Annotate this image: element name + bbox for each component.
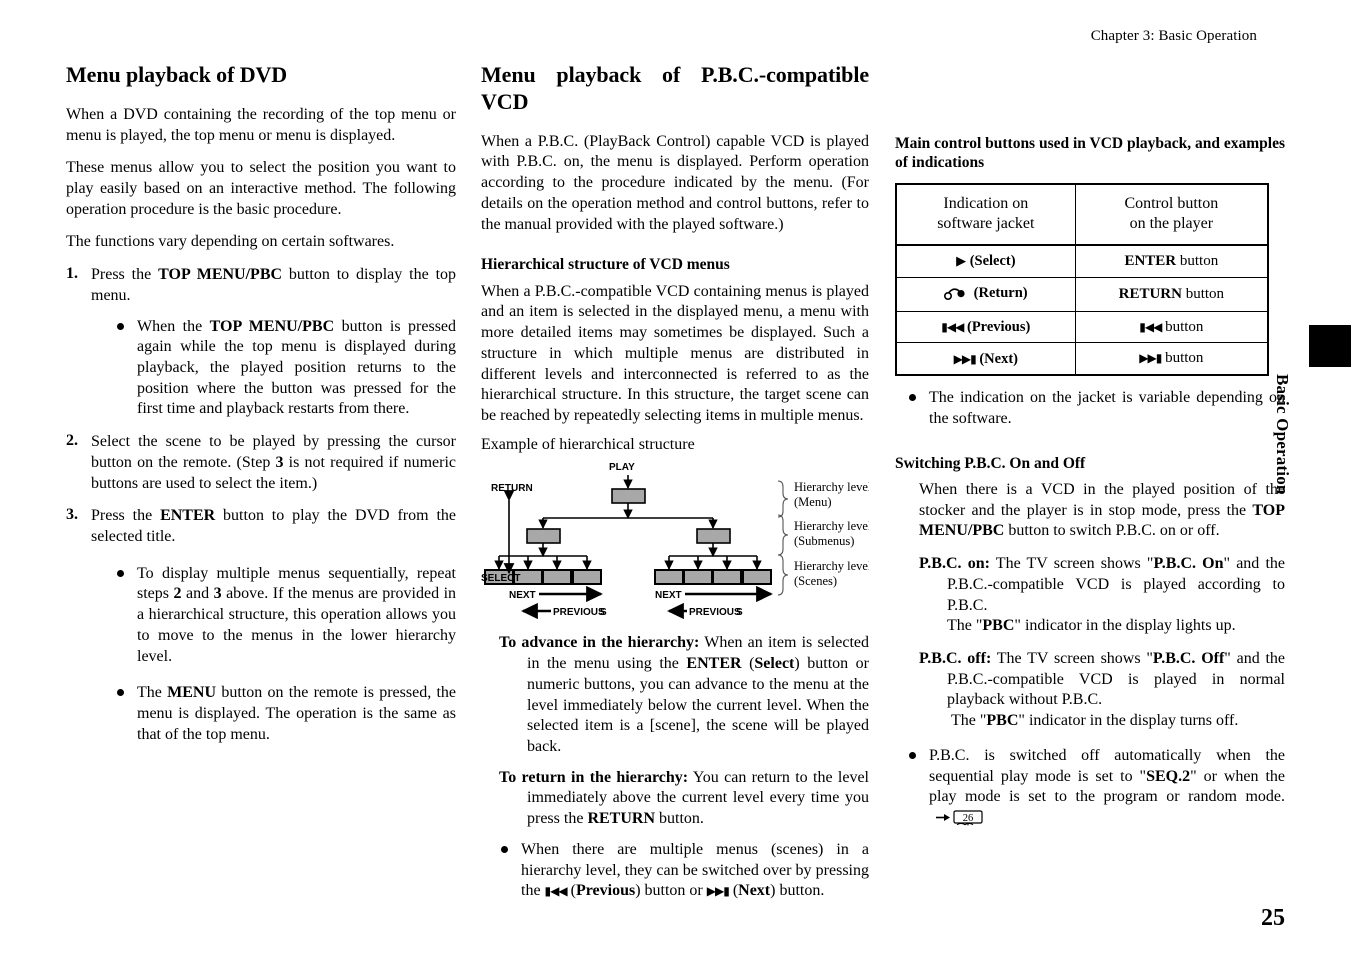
control-buttons-table: Indication on software jacket Control bu… [895,182,1269,377]
play-triangle-icon: ▶ [956,254,967,269]
page-title-vcd: Menu playback of P.B.C.-compatible VCD [481,62,869,114]
subheading-hierarchical-structure: Hierarchical structure of VCD menus [481,256,730,274]
diagram-node-level3 [654,569,684,586]
diagram-node-level3 [572,569,602,586]
thumb-tab-label: Basic Operation [1273,374,1292,495]
bullet-text: When there are multiple menus (scenes) i… [521,840,869,900]
bullet-dot-icon [117,689,124,697]
diagram-node-level3 [683,569,713,586]
diagram-level-3-title: Hierarchy level 3 [794,559,869,573]
paragraph-dvd-3: The functions vary depending on certain … [66,233,395,251]
previous-icon: ▮◀◀ [544,884,568,899]
diagram-node-level3 [542,569,572,586]
svg-text:PREVIOUS: PREVIOUS [553,607,605,618]
step-2: 2. Select the scene to be played by pres… [66,432,456,494]
table-row: ▶ (Select) ENTER button [895,244,1269,278]
step-number: 2. [66,432,78,450]
hierarchy-diagram: PLAY RETURN SELECT NEXT NEXT PREVIOUS PR… [481,459,869,620]
paragraph-hierarchy-body: When a P.B.C.-compatible VCD containing … [481,282,869,424]
diagram-label-next-right: NEXT [655,590,682,601]
table-header-control-button: Control button on the player [1074,183,1269,246]
paragraph-advance-hierarchy: To advance in the hierarchy: When an ite… [499,634,869,755]
diagram-node-level3 [712,569,742,586]
subheading-switching-pbc: Switching P.B.C. On and Off [895,454,1086,472]
table-header-row: Indication on software jacket Control bu… [895,183,1269,246]
diagram-level-1-title: Hierarchy level 1 [794,480,869,494]
table-row: ▮◀◀ (Previous) ▮◀◀ button [895,310,1269,344]
bullet-dot-icon [909,751,916,759]
step-text: Select the scene to be played by pressin… [91,433,456,492]
table-row: (Return) RETURN button [895,276,1269,312]
diagram-level-2-sub: (Submenus) [794,534,854,548]
bullet-text: The MENU button on the remote is pressed… [137,684,457,743]
diagram-label-play: PLAY [609,462,635,473]
paragraph-dvd-1: When a DVD containing the recording of t… [66,105,456,144]
bullet-text: When the TOP MENU/PBC button is pressed … [137,317,457,418]
step-3-bullet-1: To display multiple menus sequentially, … [115,564,456,668]
table-header-indication: Indication on software jacket [895,183,1076,246]
running-head: Chapter 3: Basic Operation [1090,28,1257,44]
step-number: 3. [66,506,78,524]
column-two: Menu playback of P.B.C.-compatible VCD W… [481,62,869,912]
page-reference-icon[interactable]: 26 [935,809,985,833]
bullet-dot-icon [909,394,916,402]
svg-text:PREVIOUS: PREVIOUS [689,607,741,618]
bullet-multiple-menus: When there are multiple menus (scenes) i… [499,840,869,902]
diagram-label-next-left: NEXT [509,590,536,601]
step-text: Press the TOP MENU/PBC button to display… [91,266,457,304]
paragraph-switching-intro: When there is a VCD in the played positi… [919,480,1285,540]
manual-page: Chapter 3: Basic Operation Menu playback… [0,0,1351,954]
diagram-level-3-sub: (Scenes) [794,574,837,588]
step-3: 3. Press the ENTER button to play the DV… [66,506,456,745]
paragraph-dvd-2: These menus allow you to select the posi… [66,159,456,218]
step-1: 1. Press the TOP MENU/PBC button to disp… [66,265,456,420]
thumb-tab-marker [1309,325,1351,367]
next-icon: ▶▶▮ [1139,351,1162,366]
next-icon: ▶▶▮ [953,351,977,366]
return-loop-icon [944,287,966,305]
paragraph-return-hierarchy: To return in the hierarchy: You can retu… [499,768,869,828]
diagram-level-1-sub: (Menu) [794,495,832,509]
page-title-dvd: Menu playback of DVD [66,62,288,87]
subheading-main-control-buttons: Main control buttons used in VCD playbac… [895,135,1286,172]
bullet-dot-icon [501,845,508,853]
caption-example: Example of hierarchical structure [481,435,695,453]
column-three: Main control buttons used in VCD playbac… [895,62,1285,843]
step-1-bullet-1: When the TOP MENU/PBC button is pressed … [115,317,456,421]
diagram-node-level2-a [526,528,561,545]
diagram-node-level3 [742,569,772,586]
paragraph-vcd-intro: When a P.B.C. (PlayBack Control) capable… [481,132,869,233]
previous-icon: ▮◀◀ [941,319,964,334]
diagram-label-return: RETURN [491,483,533,494]
step-3-bullet-2: The MENU button on the remote is pressed… [115,683,456,745]
column-one: Menu playback of DVD When a DVD containi… [66,62,456,758]
bullet-text: P.B.C. is switched off automatically whe… [929,746,1285,833]
svg-text:26: 26 [963,813,974,824]
step-text: Press the ENTER button to play the DVD f… [91,507,456,546]
previous-icon: ▮◀◀ [1139,319,1162,334]
paragraph-pbc-off: P.B.C. off: The TV screen shows "P.B.C. … [919,649,1286,730]
page-number: 25 [1261,905,1285,931]
table-row: ▶▶▮ (Next) ▶▶▮ button [895,342,1269,376]
bullet-text: The indication on the jacket is variable… [929,389,1285,427]
diagram-level-2-title: Hierarchy level 2 [794,519,869,533]
bullet-auto-off: P.B.C. is switched off automatically whe… [907,746,1285,833]
paragraph-pbc-on: P.B.C. on: The TV screen shows "P.B.C. O… [919,555,1286,635]
bullet-dot-icon [117,569,124,577]
step-number: 1. [66,265,78,283]
diagram-label-select: SELECT [481,573,520,584]
bullet-dot-icon [117,322,124,330]
next-icon: ▶▶▮ [706,884,730,899]
bullet-jacket-note: The indication on the jacket is variable… [907,388,1285,429]
diagram-node-level1 [611,488,646,505]
diagram-node-level2-b [696,528,731,545]
bullet-text: To display multiple menus sequentially, … [137,564,457,665]
